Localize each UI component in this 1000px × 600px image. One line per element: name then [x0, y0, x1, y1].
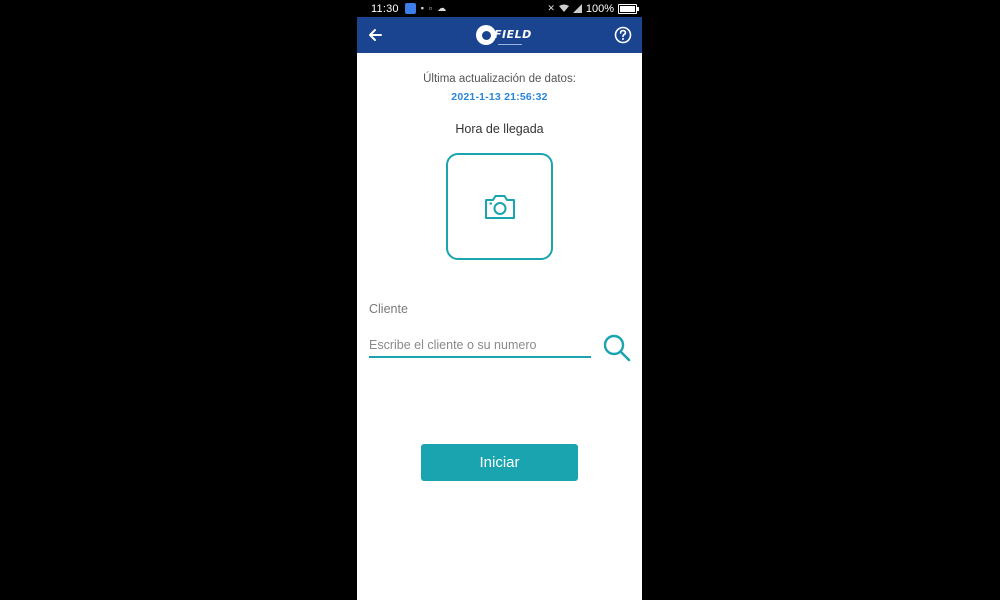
logo-text: FIELD: [494, 27, 532, 41]
back-button[interactable]: [363, 23, 387, 47]
search-icon: [603, 334, 631, 362]
phone-screen: 11:30 ▪ ▫ ☁ ✕ 100% FIELD Última actualiz…: [357, 0, 642, 600]
app-bar: FIELD: [357, 17, 642, 53]
arrival-time-title: Hora de llegada: [455, 122, 544, 136]
camera-icon: [484, 194, 515, 219]
chat-icon: ▪: [420, 3, 424, 13]
location-pin-icon: [476, 25, 496, 45]
question-circle-icon: [614, 26, 632, 44]
status-notification-icons: ▪ ▫ ☁: [404, 3, 447, 14]
field-logo: FIELD: [476, 22, 532, 48]
last-update-label: Última actualización de datos:: [423, 73, 576, 85]
last-update-timestamp: 2021-1-13 21:56:32: [451, 91, 548, 103]
status-bar: 11:30 ▪ ▫ ☁ ✕ 100%: [357, 0, 642, 17]
battery-icon: [618, 3, 639, 14]
signal-icon: [572, 4, 582, 13]
client-label: Cliente: [369, 302, 408, 316]
take-photo-button[interactable]: [446, 153, 553, 260]
battery-level: [620, 5, 635, 12]
client-search-input[interactable]: [369, 333, 591, 358]
cloud-icon: ☁: [437, 3, 447, 13]
help-button[interactable]: [612, 24, 634, 46]
arrow-left-icon: [369, 29, 382, 41]
status-time: 11:30: [371, 2, 399, 15]
wifi-icon: [558, 4, 569, 12]
battery-percent: 100%: [585, 2, 614, 15]
status-system-icons: ✕ 100%: [547, 2, 639, 15]
app-notification-icon: [404, 3, 416, 14]
mute-icon: ✕: [547, 3, 555, 13]
search-button[interactable]: [601, 332, 633, 364]
start-button[interactable]: Iniciar: [421, 444, 578, 481]
image-icon: ▫: [428, 3, 433, 13]
